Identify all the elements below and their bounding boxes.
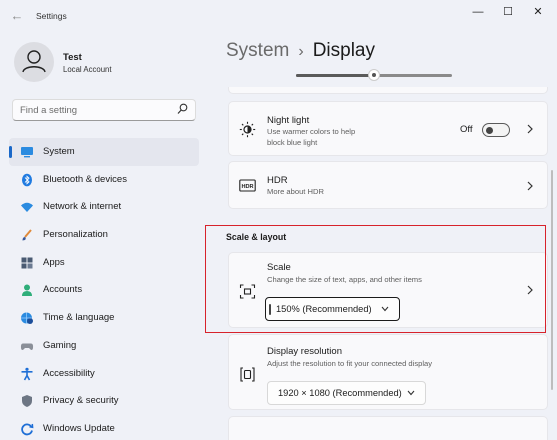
sidebar-item-label: Windows Update [43,422,115,434]
close-button[interactable]: ✕ [523,4,553,20]
sidebar-item-gaming[interactable]: Gaming [9,332,199,360]
hdr-title: HDR [267,175,288,186]
resolution-title: Display resolution [267,346,342,357]
sidebar-item-label: Accounts [43,284,83,296]
sidebar-item-network[interactable]: Network & internet [9,193,199,221]
title-bar: ← Settings — ☐ ✕ [0,0,557,32]
hdr-card[interactable]: HDR HDR More about HDR [228,161,548,209]
apps-icon [21,257,33,269]
update-icon [21,423,34,436]
brightness-slider-fill [296,74,374,77]
chevron-right-icon[interactable] [526,181,534,191]
sidebar-item-label: Bluetooth & devices [43,173,127,185]
gamepad-icon [20,343,34,350]
person-avatar-icon [22,50,46,73]
resolution-dropdown-value: 1920 × 1080 (Recommended) [278,388,402,398]
accessibility-icon [21,367,33,380]
sidebar-nav: System Bluetooth & devices Network & int… [9,138,199,440]
resolution-icon [240,367,255,382]
brightness-slider-thumb[interactable] [368,69,380,81]
person-icon [22,284,32,297]
brush-icon [22,229,32,241]
resolution-description: Adjust the resolution to fit your connec… [267,359,433,368]
night-light-title: Night light [267,115,310,126]
next-setting-card[interactable] [228,416,548,440]
toggle-knob [486,126,493,134]
hdr-icon: HDR [239,179,256,192]
user-name: Test [63,52,82,63]
chevron-down-icon [407,390,415,396]
settings-window: ← Settings — ☐ ✕ Test Local Account Find… [0,0,557,440]
sidebar-item-accessibility[interactable]: Accessibility [9,360,199,388]
night-light-icon [239,121,256,138]
brightness-card [228,87,548,94]
sidebar-item-windows-update[interactable]: Windows Update [9,415,199,440]
page-title: System › Display [226,40,375,62]
sidebar-item-label: Network & internet [43,201,122,213]
sidebar-item-accounts[interactable]: Accounts [9,276,199,304]
minimize-button[interactable]: — [463,4,493,20]
sidebar-item-label: Privacy & security [43,395,119,407]
resolution-dropdown[interactable]: 1920 × 1080 (Recommended) [267,381,426,405]
sidebar-item-label: System [43,146,75,157]
svg-text:HDR: HDR [241,184,253,190]
sidebar-item-apps[interactable]: Apps [9,249,199,277]
globe-clock-icon [21,312,33,325]
wifi-icon [21,203,33,213]
night-light-description-1: Use warmer colors to help [267,127,356,136]
highlight-box [205,225,546,333]
search-input[interactable] [20,103,170,117]
sidebar-item-label: Personalization [43,229,108,241]
breadcrumb-current: Display [312,40,375,61]
sidebar-item-privacy-security[interactable]: Privacy & security [9,387,199,415]
sidebar-item-label: Time & language [43,312,115,324]
scrollbar[interactable] [551,170,553,390]
monitor-icon [21,147,33,158]
sidebar-item-label: Gaming [43,339,77,351]
app-title: Settings [36,11,67,21]
display-resolution-card[interactable]: Display resolution Adjust the resolution… [228,334,548,410]
active-indicator [9,146,12,158]
maximize-button[interactable]: ☐ [493,4,523,20]
breadcrumb-parent[interactable]: System [226,40,289,61]
hdr-description: More about HDR [267,187,324,196]
night-light-card[interactable]: Night light Use warmer colors to help bl… [228,101,548,156]
breadcrumb-separator: › [298,43,304,60]
sidebar-item-time-language[interactable]: Time & language [9,304,199,332]
account-type: Local Account [63,65,112,74]
chevron-right-icon[interactable] [526,124,534,134]
shield-icon [22,395,32,408]
night-light-state-label: Off [460,124,473,135]
avatar[interactable] [14,42,54,82]
brightness-slider[interactable] [296,69,452,81]
night-light-toggle[interactable] [482,123,510,137]
sidebar-item-personalization[interactable]: Personalization [9,221,199,249]
back-arrow-icon[interactable]: ← [9,9,25,23]
search-icon[interactable] [177,103,188,115]
sidebar-item-label: Accessibility [43,367,95,379]
sidebar-item-label: Apps [43,256,65,268]
bluetooth-icon [22,173,32,186]
night-light-description-2: block blue light [267,138,318,147]
sidebar: Test Local Account System [0,32,205,440]
search-box[interactable] [12,99,196,121]
sidebar-item-bluetooth[interactable]: Bluetooth & devices [9,166,199,194]
sidebar-item-system[interactable]: System [9,138,199,166]
